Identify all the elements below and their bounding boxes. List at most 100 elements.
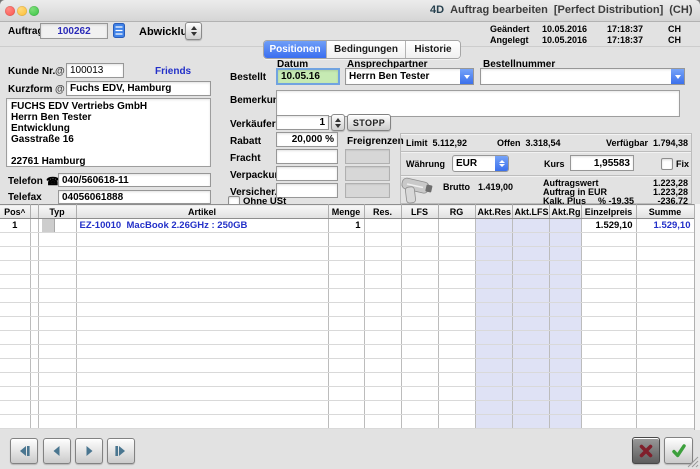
previous-record-icon [49, 443, 65, 459]
order-edit-window: 4D Auftrag bearbeiten [Perfect Distribut… [0, 0, 700, 469]
table-row[interactable] [0, 345, 694, 359]
column-header-akt-rg[interactable]: Akt.Rg [549, 205, 581, 219]
positions-table-body: 1 EZ-10010 MacBook 2.26GHz : 250GB 1 1.5… [0, 219, 694, 429]
column-header-akt-res[interactable]: Akt.Res [475, 205, 512, 219]
verkaeufer-field[interactable] [276, 115, 329, 130]
positions-table: Pos^ Typ Artikel Menge Res. LFS RG Akt.R… [0, 204, 695, 429]
limit-label: Limit [406, 138, 428, 148]
table-row[interactable] [0, 303, 694, 317]
bemerkung-textarea[interactable] [276, 90, 680, 117]
table-row[interactable] [0, 261, 694, 275]
next-record-icon [81, 443, 97, 459]
window-titlebar: 4D Auftrag bearbeiten [Perfect Distribut… [0, 0, 700, 22]
typ-cell [38, 219, 76, 233]
fracht-disabled-field [345, 149, 390, 164]
table-row[interactable] [0, 317, 694, 331]
angelegt-label: Angelegt [490, 35, 529, 45]
column-header-res[interactable]: Res. [364, 205, 401, 219]
kunde-nr-field[interactable] [66, 63, 124, 78]
auftrag-number-field[interactable] [40, 23, 108, 39]
table-row[interactable] [0, 387, 694, 401]
bestellt-label: Bestellt [230, 72, 266, 83]
nav-last-button[interactable] [107, 438, 135, 464]
table-row[interactable] [0, 233, 694, 247]
stepper-up-icon [191, 26, 197, 30]
resize-grip[interactable] [687, 456, 699, 468]
verpackung-field[interactable] [276, 166, 338, 181]
table-row[interactable] [0, 373, 694, 387]
telefax-field[interactable] [58, 190, 211, 204]
nav-next-button[interactable] [75, 438, 103, 464]
kurs-label: Kurs [544, 159, 565, 169]
address-textarea[interactable]: FUCHS EDV Vertriebs GmbH Herrn Ben Teste… [6, 98, 211, 167]
tab-bedingungen[interactable]: Bedingungen [327, 41, 406, 58]
geaendert-time: 17:18:37 [607, 24, 643, 34]
brutto-label: Brutto [443, 182, 470, 192]
table-row[interactable] [0, 359, 694, 373]
column-header-pos[interactable]: Pos^ [0, 205, 30, 219]
verkaeufer-stepper[interactable] [331, 114, 345, 131]
res-cell [364, 219, 401, 233]
kunde-at-button[interactable]: @ [55, 66, 65, 77]
table-row[interactable] [0, 415, 694, 429]
column-header-rg[interactable]: RG [438, 205, 475, 219]
kurzform-field[interactable] [66, 81, 211, 96]
tab-positionen[interactable]: Positionen [264, 41, 327, 58]
ansprechpartner-combo[interactable]: Herrn Ben Tester [345, 68, 474, 85]
telefax-label: Telefax [8, 192, 42, 203]
friends-link[interactable]: Friends [155, 66, 191, 77]
column-header-select[interactable] [30, 205, 38, 219]
column-header-lfs[interactable]: LFS [401, 205, 438, 219]
nav-first-button[interactable] [10, 438, 38, 464]
offen-value: 3.318,54 [526, 138, 561, 148]
column-header-einzelpreis[interactable]: Einzelpreis [581, 205, 636, 219]
table-row[interactable] [0, 275, 694, 289]
kunde-nr-label: Kunde Nr. [8, 66, 55, 77]
traffic-light-minimize-button[interactable] [17, 6, 27, 16]
rabatt-field[interactable] [276, 132, 338, 147]
table-row[interactable] [0, 401, 694, 415]
waehrung-value: EUR [453, 156, 495, 171]
stepper-down-icon [191, 32, 197, 36]
bestellnummer-combo[interactable] [480, 68, 685, 85]
records-list-icon[interactable] [113, 23, 125, 43]
sort-asc-icon: ^ [21, 208, 26, 217]
telefon-label: Telefon [8, 176, 43, 187]
verfuegbar-label: Verfügbar [606, 138, 648, 148]
chevron-down-icon [460, 69, 473, 84]
kurzform-at-button[interactable]: @ [55, 84, 65, 95]
table-row[interactable] [0, 247, 694, 261]
stopp-button[interactable]: STOPP [347, 114, 391, 131]
artikel-cell: EZ-10010 MacBook 2.26GHz : 250GB [76, 219, 328, 233]
fix-checkbox[interactable] [661, 158, 673, 170]
tab-historie[interactable]: Historie [406, 41, 460, 58]
column-header-typ[interactable]: Typ [38, 205, 76, 219]
table-row[interactable]: 1 EZ-10010 MacBook 2.26GHz : 250GB 1 1.5… [0, 219, 694, 233]
column-header-menge[interactable]: Menge [328, 205, 364, 219]
table-scrollbar[interactable] [694, 204, 700, 430]
table-row[interactable] [0, 331, 694, 345]
verfuegbar-value: 1.794,38 [653, 138, 688, 148]
rabatt-label: Rabatt [230, 136, 261, 147]
traffic-light-close-button[interactable] [5, 6, 15, 16]
nav-previous-button[interactable] [43, 438, 71, 464]
table-row[interactable] [0, 289, 694, 303]
abwicklung-stepper[interactable] [185, 22, 202, 40]
waehrung-popup[interactable]: EUR [452, 155, 509, 172]
bestellt-date-field[interactable] [276, 68, 340, 85]
cancel-button[interactable] [632, 437, 660, 464]
versicher-disabled-field [345, 183, 390, 198]
finance-divider [401, 151, 691, 153]
fracht-field[interactable] [276, 149, 338, 164]
kurs-field[interactable] [570, 155, 634, 171]
window-title: 4D Auftrag bearbeiten [Perfect Distribut… [430, 4, 692, 16]
verpackung-disabled-field [345, 166, 390, 181]
column-header-akt-lfs[interactable]: Akt.LFS [512, 205, 549, 219]
window-title-lang: (CH) [669, 4, 692, 16]
telefon-field[interactable] [58, 173, 211, 187]
traffic-light-zoom-button[interactable] [29, 6, 39, 16]
column-header-artikel[interactable]: Artikel [76, 205, 328, 219]
stepper-up-icon [335, 118, 341, 122]
column-header-summe[interactable]: Summe [636, 205, 694, 219]
chevron-up-down-icon [495, 156, 508, 171]
